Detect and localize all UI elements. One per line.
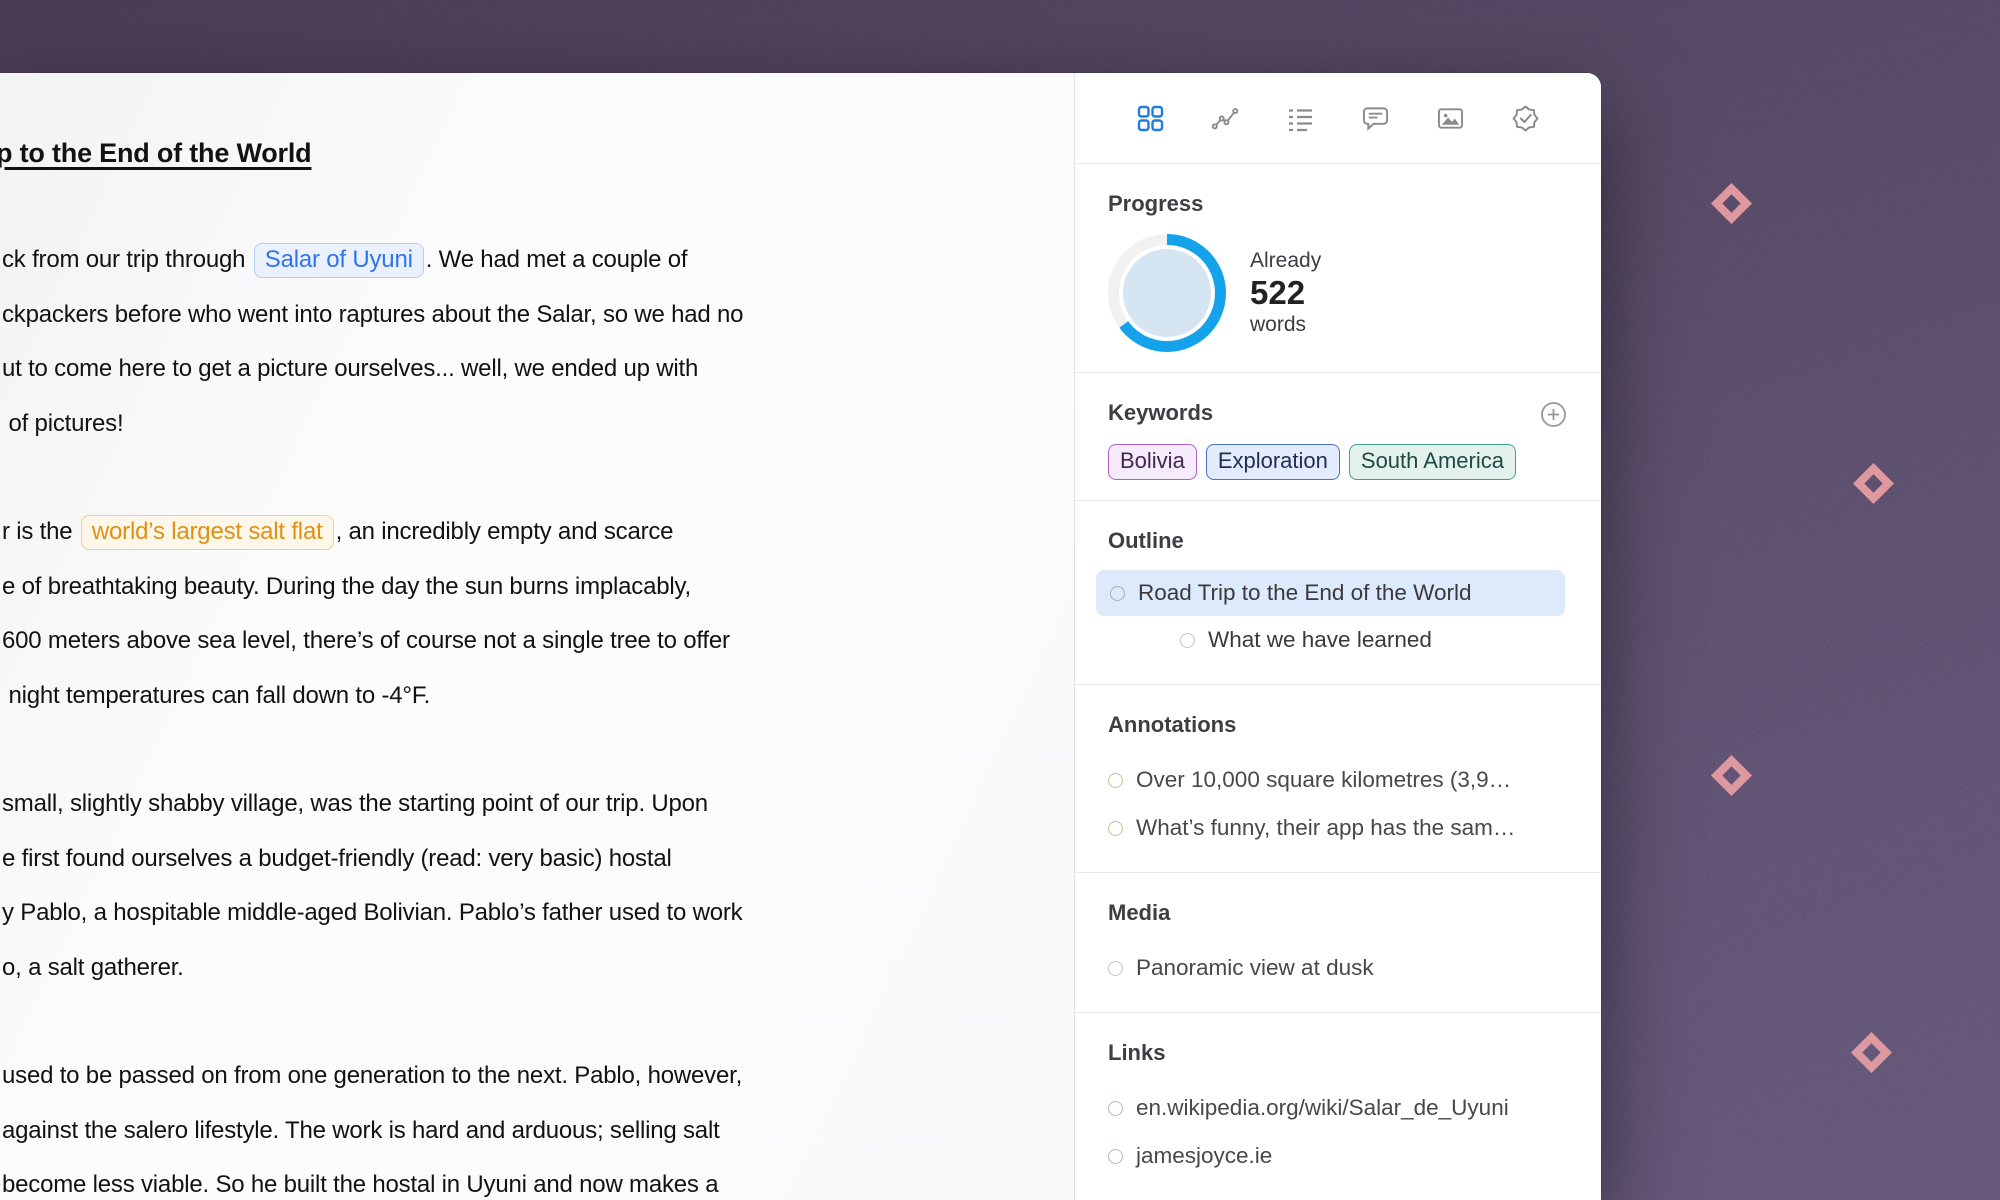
document-line: used to be passed on from one generation…	[2, 1049, 1075, 1104]
circle-bullet	[1108, 773, 1123, 788]
list-item[interactable]: en.wikipedia.org/wiki/Salar_de_Uyuni	[1108, 1084, 1565, 1132]
list-icon[interactable]	[1287, 105, 1314, 132]
annotations-heading: Annotations	[1108, 711, 1565, 739]
dashboard-toolbar	[1075, 73, 1601, 164]
seal-check-icon[interactable]	[1512, 105, 1539, 132]
diamond-icon	[1853, 463, 1894, 504]
inline-highlight-blue[interactable]: Salar of Uyuni	[254, 243, 424, 278]
circle-bullet	[1108, 821, 1123, 836]
document-line: e first found ourselves a budget-friendl…	[2, 832, 1075, 887]
keywords-heading: Keywords	[1108, 399, 1565, 427]
document-line: r is the world’s largest salt flat, an i…	[2, 505, 1075, 560]
dashboard-sidebar: Progress Already 522 words Keywords	[1075, 73, 1601, 1200]
progress-ring	[1108, 234, 1226, 352]
keywords-section: Keywords BoliviaExplorationSouth America	[1075, 373, 1601, 501]
document-line: 600 meters above sea level, there’s of c…	[2, 614, 1075, 669]
inline-highlight-orange[interactable]: world’s largest salt flat	[81, 515, 334, 550]
document-line: y Pablo, a hospitable middle-aged Bolivi…	[2, 886, 1075, 941]
document-body[interactable]: ck from our trip through Salar of Uyuni.…	[2, 233, 1075, 1200]
annotations-section: Annotations Over 10,000 square kilometre…	[1075, 685, 1601, 873]
list-item-label: Over 10,000 square kilometres (3,9…	[1136, 767, 1511, 793]
list-item-label: Panoramic view at dusk	[1136, 955, 1374, 981]
circle-bullet	[1110, 586, 1125, 601]
progress-word-count: 522	[1250, 274, 1321, 312]
outline-item[interactable]: Road Trip to the End of the World	[1096, 570, 1565, 616]
progress-heading: Progress	[1108, 190, 1565, 218]
circle-bullet	[1108, 1149, 1123, 1164]
document-title[interactable]: p to the End of the World	[0, 138, 1075, 169]
document-line: ut to come here to get a picture ourselv…	[2, 342, 1075, 397]
circle-bullet	[1180, 633, 1195, 648]
line-chart-icon[interactable]	[1212, 105, 1239, 132]
diamond-icon	[1711, 755, 1752, 796]
document-line: against the salero lifestyle. The work i…	[2, 1104, 1075, 1159]
keyword-list: BoliviaExplorationSouth America	[1108, 444, 1565, 480]
outline-item-label: Road Trip to the End of the World	[1138, 580, 1472, 606]
links-heading: Links	[1108, 1039, 1565, 1067]
media-section: Media Panoramic view at dusk	[1075, 873, 1601, 1013]
outline-item[interactable]: What we have learned	[1096, 616, 1565, 664]
document-line: ck from our trip through Salar of Uyuni.…	[2, 233, 1075, 288]
list-item[interactable]: Over 10,000 square kilometres (3,9…	[1108, 756, 1565, 804]
list-item-label: en.wikipedia.org/wiki/Salar_de_Uyuni	[1136, 1095, 1509, 1121]
document-line: of pictures!	[2, 397, 1075, 452]
media-heading: Media	[1108, 899, 1565, 927]
progress-unit-label: words	[1250, 312, 1321, 338]
list-item[interactable]: jamesjoyce.ie	[1108, 1132, 1565, 1180]
keyword-pill[interactable]: Exploration	[1206, 444, 1340, 480]
list-item-label: jamesjoyce.ie	[1136, 1143, 1272, 1169]
outline-item-label: What we have learned	[1208, 627, 1432, 653]
keyword-pill[interactable]: South America	[1349, 444, 1516, 480]
document-line: o, a salt gatherer.	[2, 941, 1075, 996]
document-line: small, slightly shabby village, was the …	[2, 777, 1075, 832]
app-window: p to the End of the World ck from our tr…	[0, 73, 1601, 1200]
media-list: Panoramic view at dusk	[1108, 944, 1565, 992]
diamond-icon	[1711, 183, 1752, 224]
document-line: e of breathtaking beauty. During the day…	[2, 560, 1075, 615]
list-item[interactable]: Panoramic view at dusk	[1108, 944, 1565, 992]
diamond-icon	[1851, 1032, 1892, 1073]
list-item[interactable]: What’s funny, their app has the sam…	[1108, 804, 1565, 852]
add-keyword-button[interactable]	[1540, 401, 1567, 433]
grid-icon[interactable]	[1137, 105, 1164, 132]
circle-bullet	[1108, 961, 1123, 976]
document-line: night temperatures can fall down to -4°F…	[2, 669, 1075, 724]
progress-section: Progress Already 522 words	[1075, 164, 1601, 373]
outline-section: Outline Road Trip to the End of the Worl…	[1075, 501, 1601, 685]
comment-icon[interactable]	[1362, 105, 1389, 132]
outline-heading: Outline	[1108, 527, 1565, 555]
list-item-label: What’s funny, their app has the sam…	[1136, 815, 1515, 841]
document-line: ckpackers before who went into raptures …	[2, 288, 1075, 343]
document-line: become less viable. So he built the host…	[2, 1158, 1075, 1200]
links-section: Links en.wikipedia.org/wiki/Salar_de_Uyu…	[1075, 1013, 1601, 1200]
progress-ring-disk	[1123, 249, 1211, 337]
editor-pane[interactable]: p to the End of the World ck from our tr…	[0, 73, 1075, 1200]
annotation-list: Over 10,000 square kilometres (3,9… What’…	[1108, 756, 1565, 852]
progress-already-label: Already	[1250, 248, 1321, 274]
document: p to the End of the World ck from our tr…	[2, 138, 1075, 1200]
image-icon[interactable]	[1437, 105, 1464, 132]
circle-bullet	[1108, 1101, 1123, 1116]
keyword-pill[interactable]: Bolivia	[1108, 444, 1197, 480]
progress-stats: Already 522 words	[1250, 248, 1321, 338]
link-list: en.wikipedia.org/wiki/Salar_de_Uyunijame…	[1108, 1084, 1565, 1180]
outline-list: Road Trip to the End of the World What we…	[1096, 570, 1565, 664]
progress-ring-hole	[1119, 245, 1215, 341]
